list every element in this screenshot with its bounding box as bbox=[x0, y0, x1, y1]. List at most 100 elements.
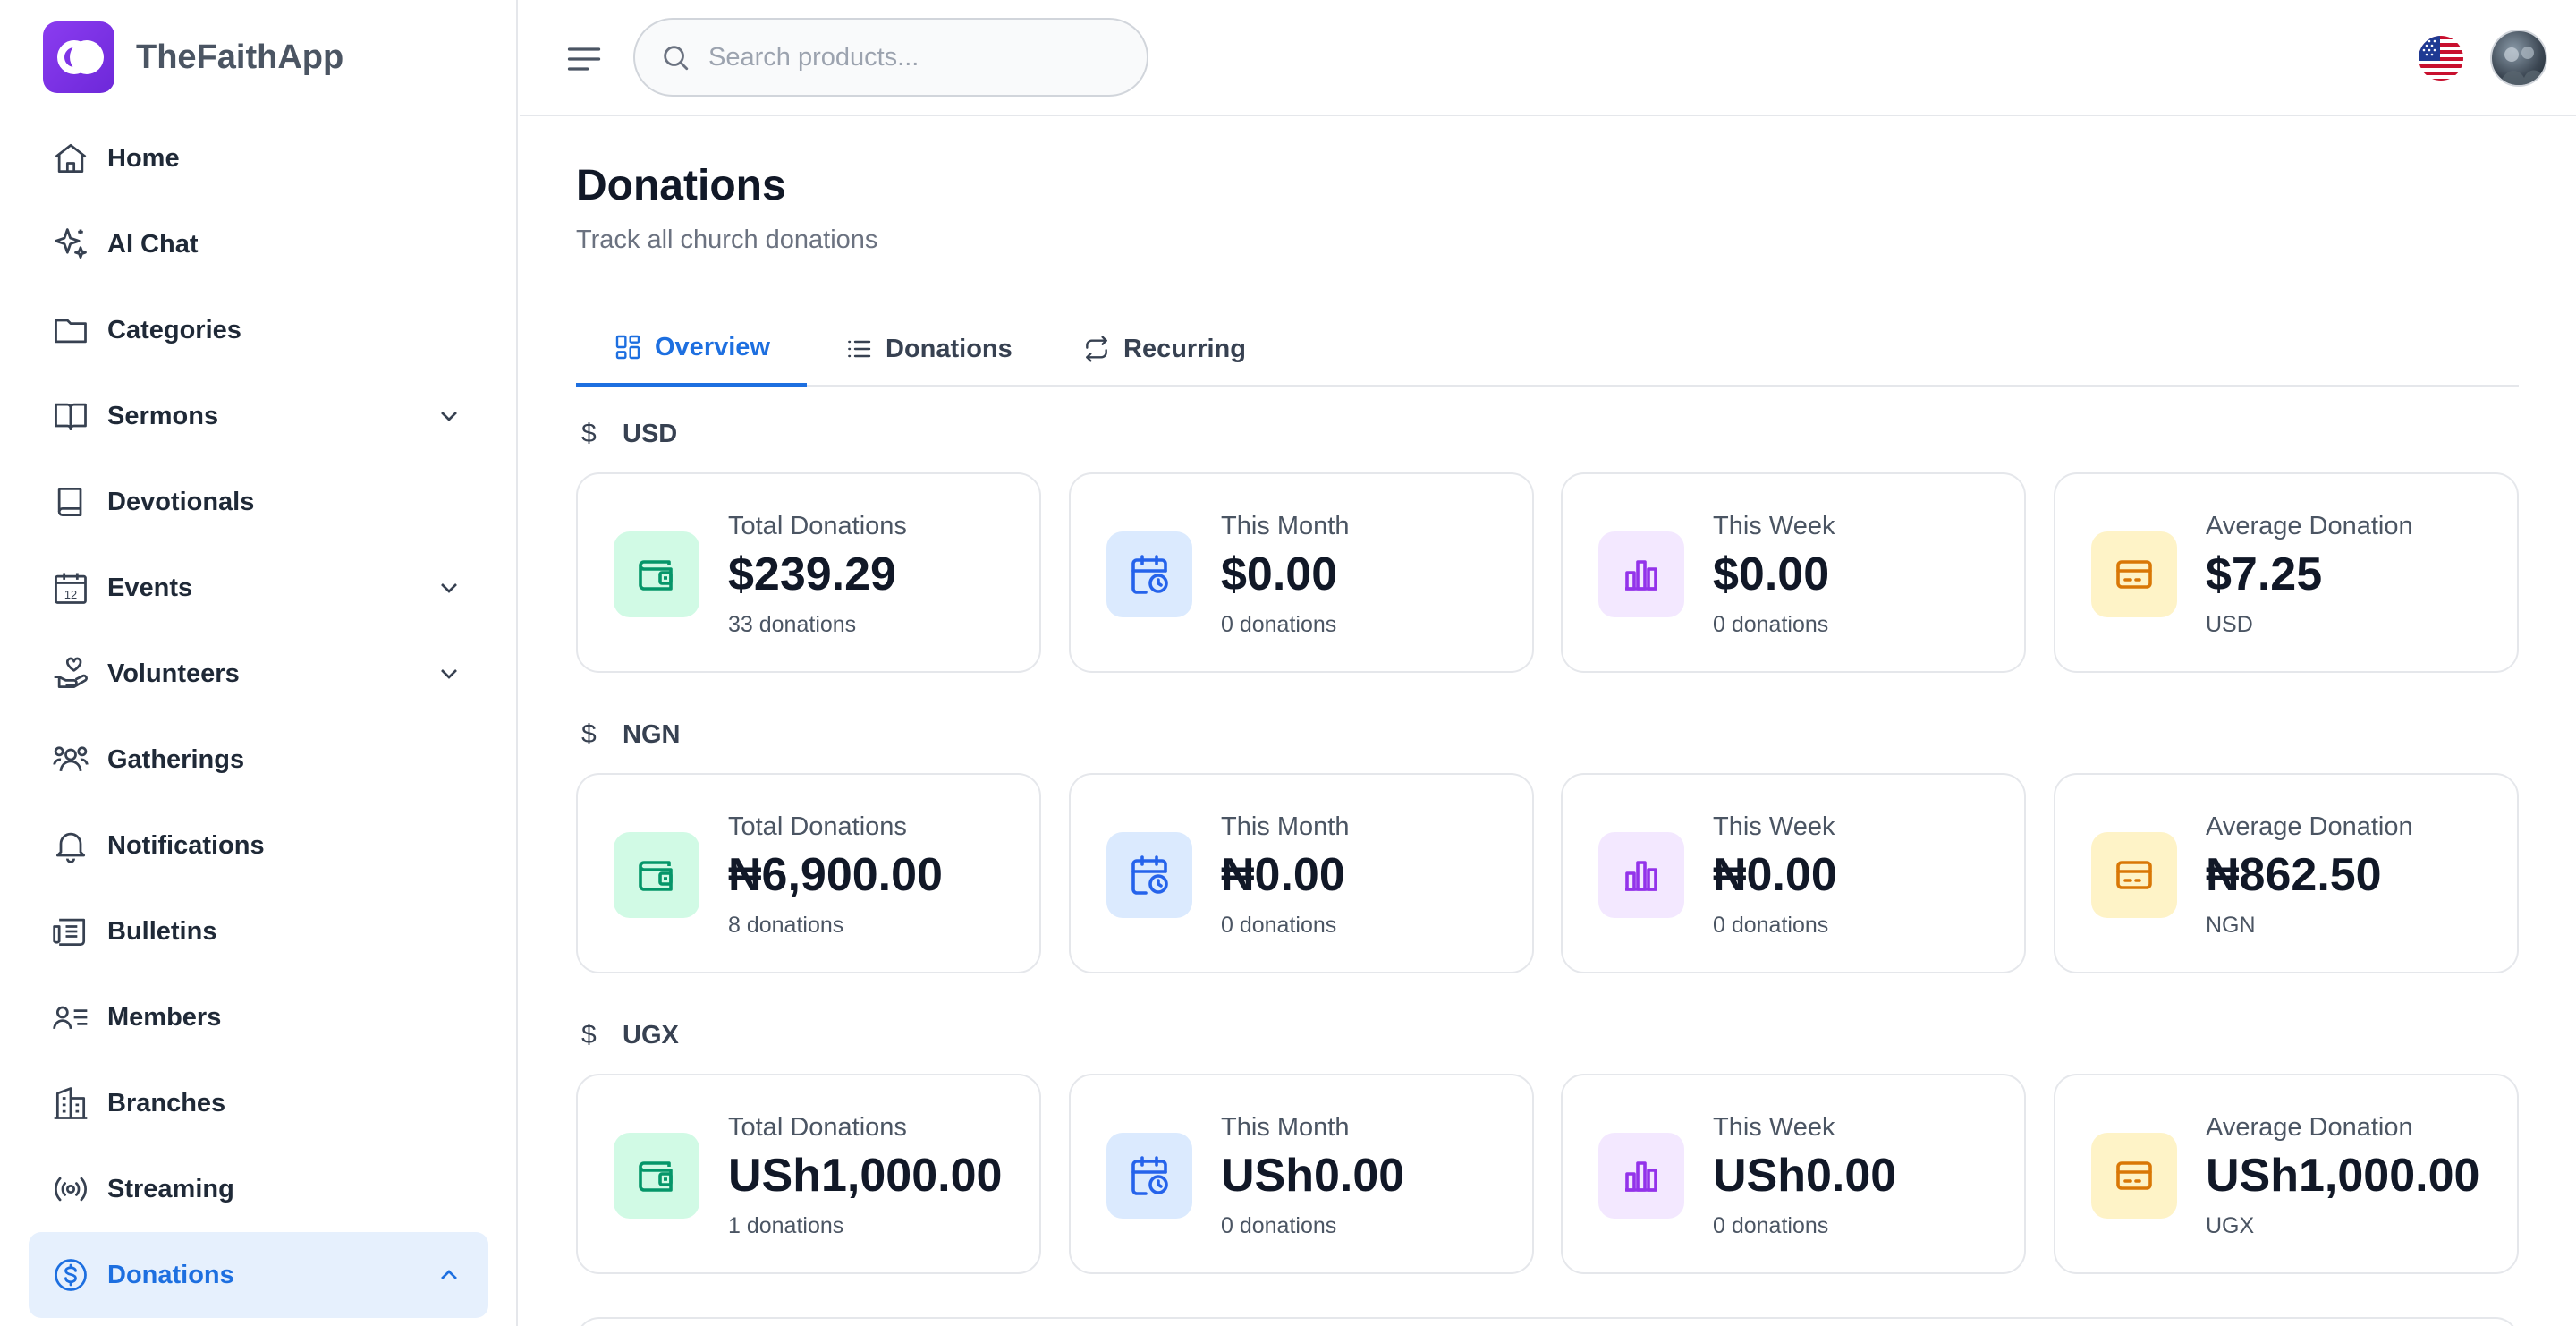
dollar-icon: $ bbox=[581, 1020, 597, 1050]
list-icon bbox=[848, 340, 871, 358]
stat-value: USh1,000.00 bbox=[2206, 1150, 2480, 1202]
sidebar-item-members[interactable]: Members bbox=[29, 974, 488, 1060]
stat-subtext: NGN bbox=[2206, 913, 2256, 938]
credit-card-icon bbox=[2091, 832, 2177, 918]
next-card bbox=[576, 1317, 2519, 1326]
sidebar-item-sermons[interactable]: Sermons bbox=[29, 373, 488, 459]
bar-chart-icon bbox=[1598, 832, 1684, 918]
sidebar-item-label: Notifications bbox=[107, 830, 265, 860]
stat-subtext: 0 donations bbox=[1713, 913, 1829, 938]
user-avatar[interactable] bbox=[2490, 30, 2547, 87]
sidebar-item-devotionals[interactable]: Devotionals bbox=[29, 459, 488, 545]
stat-label: This Month bbox=[1221, 1113, 1350, 1142]
svg-text:12: 12 bbox=[64, 588, 77, 601]
newspaper-icon bbox=[50, 911, 91, 952]
tab-label: Overview bbox=[655, 332, 770, 361]
stat-label: Total Donations bbox=[728, 1113, 907, 1142]
stat-card: This Week ₦0.00 0 donations bbox=[1561, 773, 2026, 973]
sidebar-item-label: Devotionals bbox=[107, 487, 255, 516]
stat-value: ₦0.00 bbox=[1221, 849, 1345, 901]
stat-value: USh0.00 bbox=[1713, 1150, 1897, 1202]
users-icon bbox=[50, 739, 91, 780]
stat-card: This Month $0.00 0 donations bbox=[1069, 472, 1534, 673]
chevron-up-icon[interactable] bbox=[435, 1261, 463, 1289]
us-flag-icon[interactable] bbox=[2419, 36, 2463, 81]
stat-label: This Week bbox=[1713, 512, 1835, 540]
sidebar-item-label: Branches bbox=[107, 1088, 226, 1118]
stat-card: This Week USh0.00 0 donations bbox=[1561, 1074, 2026, 1274]
stat-label: Total Donations bbox=[728, 512, 907, 540]
stat-value: ₦6,900.00 bbox=[728, 849, 943, 901]
sparkles-icon bbox=[50, 224, 91, 265]
calendar-icon: 12 bbox=[50, 567, 91, 608]
page-subtitle: Track all church donations bbox=[576, 225, 878, 254]
calendar-clock-icon bbox=[1106, 531, 1192, 617]
sidebar-item-volunteers[interactable]: Volunteers bbox=[29, 631, 488, 717]
credit-card-icon bbox=[2091, 1133, 2177, 1219]
stat-label: This Month bbox=[1221, 812, 1350, 841]
menu-toggle-icon[interactable] bbox=[564, 39, 604, 79]
sidebar-item-streaming[interactable]: Streaming bbox=[29, 1146, 488, 1232]
brand[interactable]: TheFaithApp bbox=[43, 21, 343, 93]
stat-card: Average Donation $7.25 USD bbox=[2054, 472, 2519, 673]
wallet-icon bbox=[614, 1133, 699, 1219]
currency-section-label: $ USD bbox=[576, 416, 677, 452]
stat-label: Total Donations bbox=[728, 812, 907, 841]
sidebar-item-home[interactable]: Home bbox=[29, 115, 488, 201]
stat-card: Average Donation ₦862.50 NGN bbox=[2054, 773, 2519, 973]
calendar-clock-icon bbox=[1106, 1133, 1192, 1219]
stat-value: ₦0.00 bbox=[1713, 849, 1837, 901]
stat-subtext: 0 donations bbox=[1221, 1213, 1337, 1238]
layout-grid-icon bbox=[615, 335, 640, 360]
sidebar-item-donations[interactable]: Donations bbox=[29, 1232, 488, 1318]
sidebar-item-gatherings[interactable]: Gatherings bbox=[29, 717, 488, 803]
chevron-down-icon[interactable] bbox=[435, 574, 463, 602]
app-name: TheFaithApp bbox=[136, 38, 344, 76]
wallet-icon bbox=[614, 531, 699, 617]
tab-overview[interactable]: Overview bbox=[576, 311, 807, 387]
sidebar-item-bulletins[interactable]: Bulletins bbox=[29, 888, 488, 974]
currency-section-label: $ NGN bbox=[576, 717, 680, 752]
sidebar-item-events[interactable]: 12 Events bbox=[29, 545, 488, 631]
tab-label: Donations bbox=[886, 334, 1013, 363]
stat-card: This Month ₦0.00 0 donations bbox=[1069, 773, 1534, 973]
tab-recurring[interactable]: Recurring bbox=[1082, 311, 1246, 387]
chevron-down-icon[interactable] bbox=[435, 659, 463, 688]
currency-code: NGN bbox=[623, 719, 681, 749]
user-list-icon bbox=[50, 997, 91, 1038]
folder-icon bbox=[50, 310, 91, 351]
currency-code: UGX bbox=[623, 1020, 679, 1050]
stat-card: Total Donations $239.29 33 donations bbox=[576, 472, 1041, 673]
search-input[interactable] bbox=[708, 42, 1120, 72]
stat-label: Average Donation bbox=[2206, 512, 2413, 540]
stat-value: $0.00 bbox=[1713, 548, 1830, 600]
currency-section-label: $ UGX bbox=[576, 1017, 679, 1053]
sidebar-item-label: Bulletins bbox=[107, 916, 217, 946]
stat-value: USh0.00 bbox=[1221, 1150, 1405, 1202]
stat-subtext: 8 donations bbox=[728, 913, 844, 938]
sidebar-item-notifications[interactable]: Notifications bbox=[29, 803, 488, 888]
tab-label: Recurring bbox=[1123, 334, 1246, 363]
sidebar-item-label: Donations bbox=[107, 1260, 234, 1289]
stat-subtext: UGX bbox=[2206, 1213, 2255, 1238]
sidebar-item-label: Volunteers bbox=[107, 659, 240, 688]
sidebar-item-ai-chat[interactable]: AI Chat bbox=[29, 201, 488, 287]
tab-donations[interactable]: Donations bbox=[844, 311, 1013, 387]
dollar-icon: $ bbox=[581, 419, 597, 448]
sidebar-item-label: Streaming bbox=[107, 1174, 234, 1203]
search-bar[interactable] bbox=[633, 18, 1148, 97]
sidebar-item-label: Events bbox=[107, 573, 193, 602]
sidebar-item-branches[interactable]: Branches bbox=[29, 1060, 488, 1146]
sidebar-item-categories[interactable]: Categories bbox=[29, 287, 488, 373]
stat-label: This Month bbox=[1221, 512, 1350, 540]
dollar-circle-icon bbox=[50, 1254, 91, 1296]
book-icon bbox=[50, 481, 91, 523]
stat-value: $239.29 bbox=[728, 548, 896, 600]
stat-subtext: 0 donations bbox=[1221, 913, 1337, 938]
stat-card: Total Donations USh1,000.00 1 donations bbox=[576, 1074, 1041, 1274]
stat-value: USh1,000.00 bbox=[728, 1150, 1003, 1202]
stat-label: Average Donation bbox=[2206, 1113, 2413, 1142]
stat-card: This Week $0.00 0 donations bbox=[1561, 472, 2026, 673]
stat-card: This Month USh0.00 0 donations bbox=[1069, 1074, 1534, 1274]
chevron-down-icon[interactable] bbox=[435, 402, 463, 430]
